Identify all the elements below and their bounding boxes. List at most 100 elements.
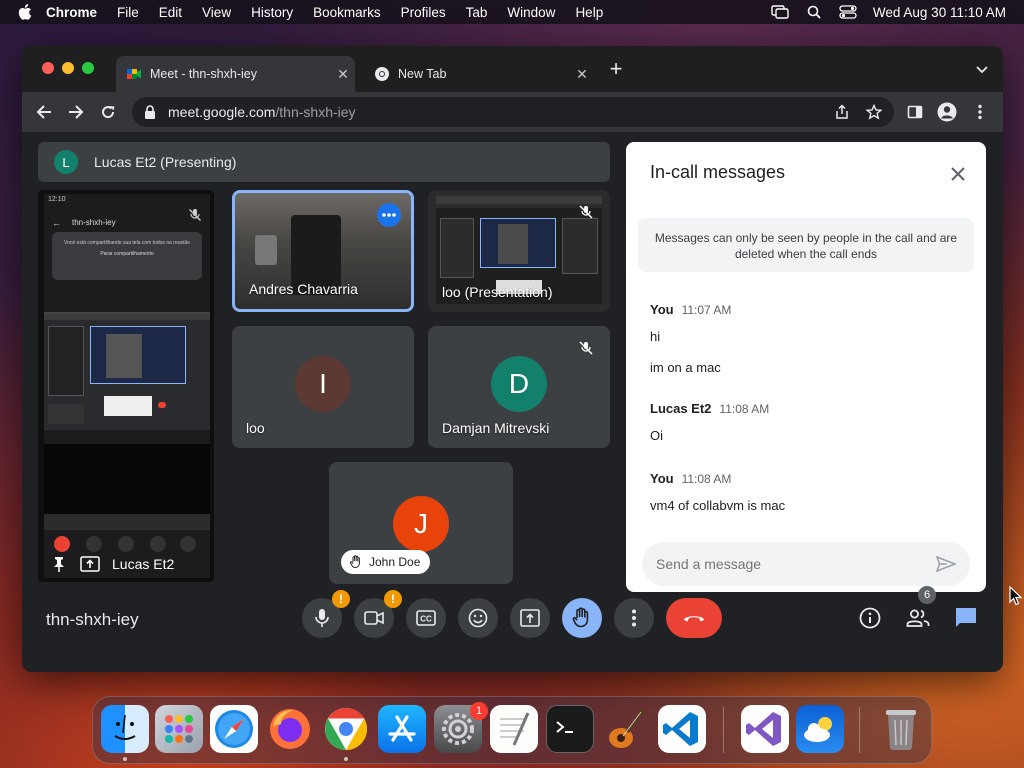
share-icon[interactable] [834, 104, 850, 120]
new-tab-plus-icon[interactable]: + [607, 58, 625, 80]
control-center-icon[interactable] [839, 4, 857, 20]
leave-call-button[interactable] [666, 598, 722, 638]
raised-hand-name: John Doe [369, 555, 421, 569]
menu-edit[interactable]: Edit [159, 5, 182, 20]
menu-history[interactable]: History [251, 5, 293, 20]
mic-off-icon [578, 204, 596, 222]
address-bar[interactable]: meet.google.com/thn-shxh-iey [132, 97, 894, 127]
tab-search-chevron-icon[interactable] [975, 62, 989, 76]
garageband-icon[interactable] [602, 705, 650, 753]
chrome-window: Meet - thn-shxh-iey ✕ New Tab ✕ + meet.g… [22, 46, 1003, 672]
present-to-all-icon[interactable] [80, 554, 100, 574]
participant-tile-loo[interactable]: I loo [232, 326, 414, 448]
phone-stop-sharing-button: Parar compartilhamento [100, 251, 154, 257]
textedit-icon[interactable] [490, 705, 538, 753]
tab-new-tab[interactable]: New Tab ✕ [364, 56, 594, 92]
phone-back-arrow-icon: ← [52, 218, 61, 228]
participant-avatar: I [295, 356, 351, 412]
svg-text:CC: CC [420, 615, 432, 624]
presenter-avatar: L [54, 150, 78, 174]
close-tab-icon[interactable]: ✕ [335, 66, 351, 82]
launchpad-icon[interactable] [155, 705, 203, 753]
phone-screen-mirror-thumbnail [44, 312, 210, 430]
trash-icon[interactable] [877, 705, 925, 753]
mouse-pointer-icon [1009, 585, 1023, 606]
url-path: /thn-shxh-iey [275, 104, 356, 120]
macos-menubar: Chrome File Edit View History Bookmarks … [0, 0, 1024, 24]
message-time: 11:08 AM [681, 472, 732, 486]
hand-icon [349, 555, 363, 569]
tab-title: New Tab [398, 67, 447, 81]
video-feed-object [255, 235, 277, 265]
menu-profiles[interactable]: Profiles [401, 5, 446, 20]
presentation-tile-phone[interactable]: 12:10 ← thn-shxh-iey Vocé está compartil… [38, 190, 214, 582]
finder-icon[interactable] [101, 705, 149, 753]
menubar-clock[interactable]: Wed Aug 30 11:10 AM [873, 5, 1006, 20]
warning-icon: ! [332, 590, 350, 608]
menu-window[interactable]: Window [507, 5, 555, 20]
safari-icon[interactable] [210, 705, 258, 753]
screen-mirroring-icon[interactable] [771, 4, 789, 20]
visual-studio-icon[interactable] [741, 705, 789, 753]
emoji-reactions-button[interactable] [458, 598, 498, 638]
chat-icon[interactable] [954, 606, 978, 630]
profile-avatar-icon[interactable] [937, 102, 957, 122]
camera-button[interactable]: ! [354, 590, 402, 638]
vscode-icon[interactable] [658, 705, 706, 753]
menu-bookmarks[interactable]: Bookmarks [313, 5, 381, 20]
menu-tab[interactable]: Tab [466, 5, 488, 20]
bookmark-star-icon[interactable] [865, 103, 883, 120]
reload-icon[interactable] [98, 102, 118, 122]
shared-screen-toolbar [436, 196, 602, 204]
close-icon[interactable] [948, 164, 968, 184]
send-icon[interactable] [935, 555, 958, 573]
firefox-icon[interactable] [266, 705, 314, 753]
zoom-window-button[interactable] [82, 62, 94, 74]
side-panel-icon[interactable] [905, 102, 925, 122]
pin-icon[interactable] [52, 556, 66, 572]
more-options-button[interactable] [614, 598, 654, 638]
running-indicator [344, 757, 348, 761]
message-time: 11:07 AM [681, 303, 732, 317]
participant-tile-andres[interactable]: Andres Chavarria [232, 190, 414, 312]
microphone-button[interactable]: ! [302, 590, 350, 638]
minimize-window-button[interactable] [62, 62, 74, 74]
terminal-icon[interactable] [546, 705, 594, 753]
presenting-label: Lucas Et2 (Presenting) [94, 154, 237, 170]
tab-meet[interactable]: Meet - thn-shxh-iey ✕ [116, 56, 355, 92]
menu-help[interactable]: Help [575, 5, 603, 20]
tile-name: Andres Chavarria [249, 281, 358, 297]
macos-dock: 1 [92, 696, 932, 764]
presenting-banner[interactable]: L Lucas Et2 (Presenting) [38, 142, 610, 182]
menu-view[interactable]: View [202, 5, 231, 20]
apple-icon[interactable] [18, 4, 32, 20]
close-window-button[interactable] [42, 62, 54, 74]
message-sender: Lucas Et2 [650, 401, 712, 416]
weather-icon[interactable] [796, 705, 844, 753]
meeting-details-info-icon[interactable] [858, 606, 882, 630]
chrome-menu-kebab-icon[interactable] [970, 102, 990, 122]
raise-hand-button[interactable] [562, 598, 602, 638]
app-store-icon[interactable] [378, 705, 426, 753]
message-composer [642, 542, 970, 586]
spotlight-search-icon[interactable] [805, 4, 823, 20]
participant-tile-john-doe[interactable]: J John Doe [329, 462, 513, 584]
back-arrow-icon[interactable] [34, 102, 54, 122]
message-group: Lucas Et2 11:08 AM Oi [650, 401, 960, 443]
people-icon[interactable] [906, 606, 930, 630]
close-tab-icon[interactable]: ✕ [574, 66, 590, 82]
participant-tile-damjan[interactable]: D Damjan Mitrevski [428, 326, 610, 448]
window-controls [42, 62, 94, 74]
participant-tile-loo-presentation[interactable]: loo (Presentation) [428, 190, 610, 312]
forward-arrow-icon[interactable] [66, 102, 86, 122]
mic-off-icon [188, 208, 202, 222]
menu-file[interactable]: File [117, 5, 139, 20]
chrome-icon[interactable] [322, 705, 370, 753]
send-message-input[interactable] [656, 554, 916, 574]
message-group: You 11:07 AM hi im on a mac [650, 302, 960, 375]
captions-button[interactable]: CC [406, 598, 446, 638]
present-now-button[interactable] [510, 598, 550, 638]
menu-app-name[interactable]: Chrome [46, 5, 97, 20]
tile-name: Damjan Mitrevski [442, 420, 550, 436]
lock-icon[interactable] [144, 105, 158, 119]
